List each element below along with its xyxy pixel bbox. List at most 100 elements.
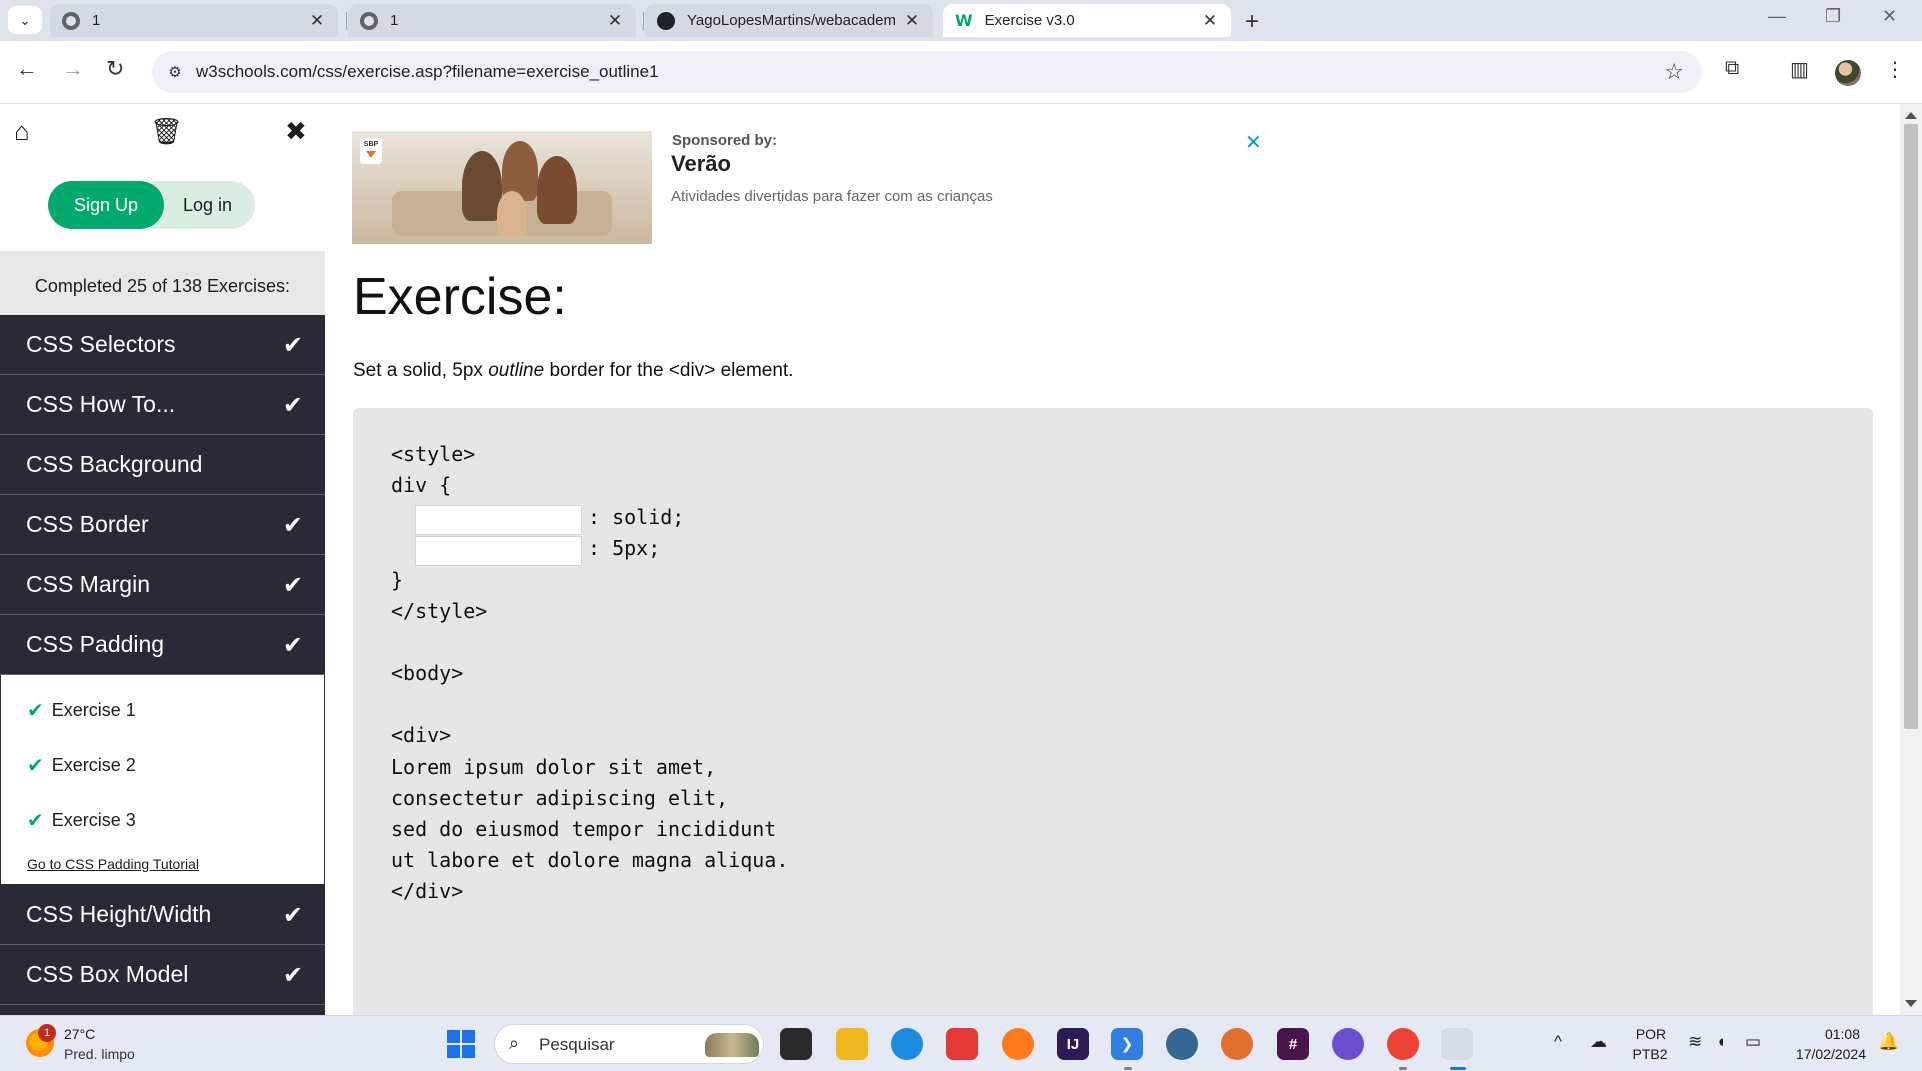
side-panel-icon[interactable]: ▥ [1790, 57, 1809, 82]
category-css-selectors[interactable]: CSS Selectors ✔ [0, 315, 325, 375]
exercise-link-2[interactable]: ✔ Exercise 2 [1, 738, 324, 793]
onedrive-icon[interactable]: ☁ [1590, 1032, 1607, 1052]
completed-count: Completed 25 of 138 Exercises: [34, 276, 291, 296]
signup-button[interactable]: Sign Up [48, 181, 164, 229]
sponsor-name[interactable]: Verão [671, 151, 731, 177]
category-css-background[interactable]: CSS Background [0, 435, 325, 495]
answer-input-2[interactable] [415, 536, 582, 566]
file-explorer-icon[interactable] [836, 1028, 868, 1060]
postman-icon[interactable] [1002, 1028, 1034, 1060]
profile-avatar[interactable] [1835, 60, 1861, 86]
language-bottom[interactable]: PTB2 [1628, 1046, 1672, 1062]
address-bar[interactable]: ⚙ w3schools.com/css/exercise.asp?filenam… [152, 51, 1702, 93]
intellij-icon[interactable]: IJ [1057, 1028, 1089, 1060]
category-label: CSS Margin [26, 571, 150, 597]
tab-title: YagoLopesMartins/webacadem [687, 12, 897, 29]
category-css-padding[interactable]: CSS Padding ✔ [0, 615, 325, 675]
browser-tab-2[interactable]: 1 ✕ [348, 4, 636, 37]
green-check-icon: ✔ [27, 810, 44, 832]
code-line: consectetur adipiscing elit, [391, 786, 729, 810]
ad-person-shape [537, 156, 577, 224]
tab-search-button[interactable]: ⌄ [8, 6, 42, 34]
running-indicator [1124, 1067, 1132, 1070]
running-indicator [1399, 1067, 1407, 1070]
ad-logo: SBP [360, 138, 382, 164]
close-tab-icon[interactable]: ✕ [903, 11, 921, 31]
sponsor-description: Atividades divertidas para fazer com as … [671, 188, 993, 205]
bookmark-star-icon[interactable]: ☆ [1664, 59, 1684, 85]
back-arrow-icon[interactable]: ← [16, 56, 38, 82]
extensions-icon[interactable]: ⧉ [1725, 57, 1739, 80]
category-label: CSS Background [26, 451, 203, 477]
minimize-icon[interactable]: — [1768, 6, 1786, 27]
url-text[interactable]: w3schools.com/css/exercise.asp?filename=… [196, 62, 659, 82]
exercise-label: Exercise 1 [51, 700, 136, 720]
postgresql-icon[interactable] [1166, 1028, 1198, 1060]
reload-icon[interactable]: ↻ [106, 56, 124, 82]
scroll-thumb[interactable] [1904, 124, 1918, 729]
category-label: CSS Height/Width [26, 901, 212, 927]
category-css-how-to[interactable]: CSS How To... ✔ [0, 375, 325, 435]
clock-time[interactable]: 01:08 [1780, 1026, 1860, 1042]
category-next[interactable] [0, 1005, 325, 1015]
volume-icon[interactable]: ◖ [1716, 1032, 1726, 1052]
tab-separator [643, 12, 644, 30]
close-tab-icon[interactable]: ✕ [606, 11, 624, 31]
category-css-margin[interactable]: CSS Margin ✔ [0, 555, 325, 615]
app-red-icon[interactable] [946, 1028, 978, 1060]
windows-start-icon[interactable] [447, 1030, 475, 1058]
code-editor: <style> div { : solid; : 5px; } </style>… [353, 408, 1873, 1015]
exercise-link-1[interactable]: ✔ Exercise 1 [1, 683, 324, 738]
chrome-icon[interactable] [1387, 1028, 1419, 1060]
globe-icon [360, 11, 378, 30]
browser-toolbar: ← → ↻ ⚙ w3schools.com/css/exercise.asp?f… [0, 41, 1922, 104]
scroll-up-arrow-icon[interactable] [1905, 112, 1917, 119]
edge-icon[interactable] [891, 1028, 923, 1060]
weather-temperature[interactable]: 27°C [64, 1026, 95, 1042]
answer-input-1[interactable] [415, 505, 582, 535]
category-css-box-model[interactable]: CSS Box Model ✔ [0, 945, 325, 1005]
exercise-sidebar: ⌂ 🗑 ✖ Log in Sign Up Completed 25 of 138… [0, 104, 325, 1015]
site-settings-icon[interactable]: ⚙ [162, 59, 188, 85]
exercise-label: Exercise 2 [51, 755, 136, 775]
notification-bell-icon[interactable]: 🔔 [1878, 1032, 1899, 1052]
restore-icon[interactable]: ❐ [1825, 6, 1841, 27]
task-view-icon[interactable] [780, 1028, 812, 1060]
category-css-height-width[interactable]: CSS Height/Width ✔ [0, 885, 325, 945]
clock-date[interactable]: 17/02/2024 [1780, 1046, 1866, 1062]
category-css-border[interactable]: CSS Border ✔ [0, 495, 325, 555]
ad-close-icon[interactable]: ✕ [1245, 130, 1262, 155]
new-tab-button[interactable]: + [1245, 8, 1259, 36]
weather-description[interactable]: Pred. limpo [64, 1046, 135, 1062]
snipping-tool-icon[interactable] [1441, 1028, 1473, 1060]
scroll-down-arrow-icon[interactable] [1905, 1000, 1917, 1007]
browser-tab-1[interactable]: 1 ✕ [50, 4, 338, 37]
trash-icon[interactable]: 🗑 [150, 116, 183, 147]
tutorial-link[interactable]: Go to CSS Padding Tutorial [1, 848, 324, 878]
language-top[interactable]: POR [1631, 1026, 1671, 1042]
more-menu-icon[interactable]: ⋮ [1885, 57, 1905, 82]
close-tab-icon[interactable]: ✕ [1201, 11, 1219, 31]
close-icon[interactable]: ✖ [285, 116, 307, 147]
home-icon[interactable]: ⌂ [14, 116, 30, 147]
login-button[interactable]: Log in [152, 181, 255, 229]
chevron-up-icon[interactable]: ^ [1554, 1032, 1562, 1052]
browser-tab-active[interactable]: W Exercise v3.0 ✕ [943, 4, 1231, 37]
app-orange-icon[interactable] [1221, 1028, 1253, 1060]
page-scrollbar[interactable] [1900, 104, 1922, 1015]
checkmark-icon: ✔ [282, 902, 303, 929]
ad-image[interactable]: SBP [352, 131, 652, 244]
window-close-icon[interactable]: ✕ [1882, 6, 1897, 27]
wifi-icon[interactable]: ≋ [1688, 1032, 1702, 1052]
forward-arrow-icon[interactable]: → [62, 56, 84, 82]
vscode-icon[interactable]: ❯ [1111, 1028, 1143, 1060]
exercise-link-3[interactable]: ✔ Exercise 3 [1, 793, 324, 848]
slack-icon[interactable]: # [1277, 1028, 1309, 1060]
category-label: CSS Selectors [26, 331, 176, 357]
battery-icon[interactable]: ▭ [1745, 1032, 1761, 1052]
code-line: ut labore et dolore magna aliqua. [391, 848, 789, 872]
browser-tab-3[interactable]: YagoLopesMartins/webacadem ✕ [645, 4, 933, 37]
close-tab-icon[interactable]: ✕ [308, 11, 326, 31]
app-purple-icon[interactable] [1332, 1028, 1364, 1060]
taskbar-search[interactable]: ⌕ Pesquisar [494, 1024, 764, 1064]
